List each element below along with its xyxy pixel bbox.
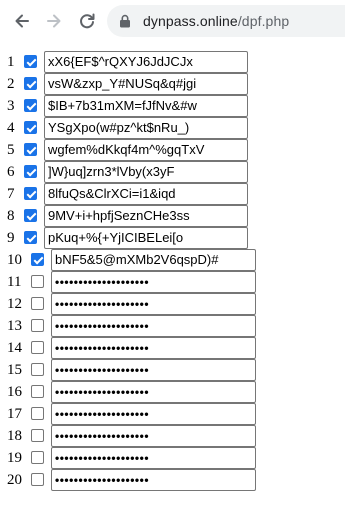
password-field[interactable]: xX6{EF$^rQXYJ6JdJCJx bbox=[44, 51, 248, 73]
password-row: 10 bNF5&5@mXMb2V6qspD)# bbox=[0, 249, 345, 271]
row-number: 18 bbox=[7, 428, 22, 444]
password-field[interactable]: •••••••••••••••••••• bbox=[51, 447, 256, 469]
row-checkbox[interactable] bbox=[24, 231, 37, 244]
row-checkbox[interactable] bbox=[24, 99, 37, 112]
password-row: 14 •••••••••••••••••••• bbox=[0, 337, 345, 359]
back-button[interactable] bbox=[10, 9, 34, 33]
reload-icon bbox=[80, 13, 95, 29]
row-checkbox[interactable] bbox=[31, 473, 44, 486]
url-text: dynpass.online/dpf.php bbox=[143, 13, 289, 29]
row-number: 6 bbox=[7, 164, 15, 180]
password-field[interactable]: bNF5&5@mXMb2V6qspD)# bbox=[51, 249, 256, 271]
row-number: 15 bbox=[7, 362, 22, 378]
password-row: 5 wgfem%dKkqf4m^%gqTxV bbox=[0, 139, 345, 161]
password-row: 19 •••••••••••••••••••• bbox=[0, 447, 345, 469]
row-checkbox[interactable] bbox=[31, 451, 44, 464]
password-row: 12 •••••••••••••••••••• bbox=[0, 293, 345, 315]
row-checkbox[interactable] bbox=[31, 429, 44, 442]
url-path: /dpf.php bbox=[237, 13, 290, 29]
password-field[interactable]: •••••••••••••••••••• bbox=[51, 337, 256, 359]
row-number: 1 bbox=[7, 54, 15, 70]
row-number: 7 bbox=[7, 186, 15, 202]
row-checkbox[interactable] bbox=[31, 319, 44, 332]
password-row: 9 pKuq+%{+YjICIBELei[o bbox=[0, 227, 345, 249]
password-field[interactable]: •••••••••••••••••••• bbox=[51, 425, 256, 447]
row-checkbox[interactable] bbox=[31, 297, 44, 310]
row-number: 9 bbox=[7, 230, 15, 246]
row-checkbox[interactable] bbox=[31, 407, 44, 420]
password-row: 7 8lfuQs&ClrXCi=i1&iqd bbox=[0, 183, 345, 205]
row-checkbox[interactable] bbox=[24, 55, 37, 68]
password-row: 20 •••••••••••••••••••• bbox=[0, 469, 345, 491]
address-bar[interactable]: dynpass.online/dpf.php bbox=[107, 5, 345, 37]
row-number: 5 bbox=[7, 142, 15, 158]
password-field[interactable]: •••••••••••••••••••• bbox=[51, 469, 256, 491]
password-field[interactable]: •••••••••••••••••••• bbox=[51, 271, 256, 293]
arrow-right-icon bbox=[47, 14, 61, 28]
row-number: 4 bbox=[7, 120, 15, 136]
row-number: 10 bbox=[7, 252, 22, 268]
lock-icon bbox=[117, 13, 133, 29]
password-row: 17 •••••••••••••••••••• bbox=[0, 403, 345, 425]
password-field[interactable]: •••••••••••••••••••• bbox=[51, 293, 256, 315]
row-number: 3 bbox=[7, 98, 15, 114]
password-row: 18 •••••••••••••••••••• bbox=[0, 425, 345, 447]
arrow-left-icon bbox=[15, 14, 29, 28]
row-checkbox[interactable] bbox=[31, 363, 44, 376]
row-number: 16 bbox=[7, 384, 22, 400]
row-number: 2 bbox=[7, 76, 15, 92]
password-field[interactable]: wgfem%dKkqf4m^%gqTxV bbox=[44, 139, 248, 161]
url-domain: dynpass.online bbox=[143, 13, 238, 29]
password-field[interactable]: •••••••••••••••••••• bbox=[51, 359, 256, 381]
row-number: 13 bbox=[7, 318, 22, 334]
password-row: 16 •••••••••••••••••••• bbox=[0, 381, 345, 403]
row-checkbox[interactable] bbox=[24, 121, 37, 134]
row-number: 12 bbox=[7, 296, 22, 312]
password-row: 13 •••••••••••••••••••• bbox=[0, 315, 345, 337]
row-number: 17 bbox=[7, 406, 22, 422]
row-checkbox[interactable] bbox=[31, 385, 44, 398]
password-row: 4 YSgXpo(w#pz^kt$nRu_) bbox=[0, 117, 345, 139]
password-row: 3 $IB+7b31mXM=fJfNv&#w bbox=[0, 95, 345, 117]
row-checkbox[interactable] bbox=[24, 209, 37, 222]
row-checkbox[interactable] bbox=[24, 143, 37, 156]
row-number: 19 bbox=[7, 450, 22, 466]
password-field[interactable]: 8lfuQs&ClrXCi=i1&iqd bbox=[44, 183, 248, 205]
password-field[interactable]: pKuq+%{+YjICIBELei[o bbox=[44, 227, 248, 249]
password-row: 6 ]W}uq]zrn3*lVby(x3yF bbox=[0, 161, 345, 183]
row-number: 8 bbox=[7, 208, 15, 224]
password-field[interactable]: ]W}uq]zrn3*lVby(x3yF bbox=[44, 161, 248, 183]
forward-button[interactable] bbox=[42, 9, 66, 33]
row-checkbox[interactable] bbox=[31, 275, 44, 288]
row-number: 20 bbox=[7, 472, 22, 488]
password-field[interactable]: •••••••••••••••••••• bbox=[51, 403, 256, 425]
password-row: 11 •••••••••••••••••••• bbox=[0, 271, 345, 293]
password-field[interactable]: YSgXpo(w#pz^kt$nRu_) bbox=[44, 117, 248, 139]
row-number: 11 bbox=[7, 274, 22, 290]
password-field[interactable]: vsW&zxp_Y#NUSq&q#jgi bbox=[44, 73, 248, 95]
row-number: 14 bbox=[7, 340, 22, 356]
row-checkbox[interactable] bbox=[31, 341, 44, 354]
reload-button[interactable] bbox=[75, 9, 99, 33]
password-field[interactable]: $IB+7b31mXM=fJfNv&#w bbox=[44, 95, 248, 117]
password-row: 8 9MV+i+hpfjSeznCHe3ss bbox=[0, 205, 345, 227]
password-field[interactable]: 9MV+i+hpfjSeznCHe3ss bbox=[44, 205, 248, 227]
password-field[interactable]: •••••••••••••••••••• bbox=[51, 381, 256, 403]
password-row: 2 vsW&zxp_Y#NUSq&q#jgi bbox=[0, 73, 345, 95]
password-row: 1 xX6{EF$^rQXYJ6JdJCJx bbox=[0, 51, 345, 73]
row-checkbox[interactable] bbox=[31, 253, 44, 266]
password-field[interactable]: •••••••••••••••••••• bbox=[51, 315, 256, 337]
row-checkbox[interactable] bbox=[24, 77, 37, 90]
row-checkbox[interactable] bbox=[24, 187, 37, 200]
password-row: 15 •••••••••••••••••••• bbox=[0, 359, 345, 381]
browser-toolbar: dynpass.online/dpf.php bbox=[0, 0, 345, 42]
row-checkbox[interactable] bbox=[24, 165, 37, 178]
